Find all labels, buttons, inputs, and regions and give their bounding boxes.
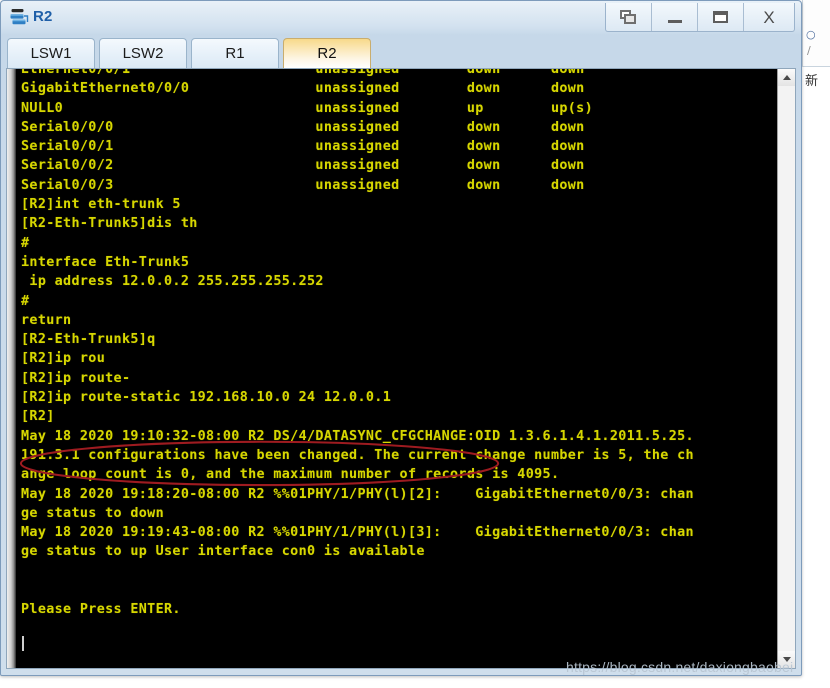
terminal-text: Ethernet0/0/1 unassigned down down Gigab…: [21, 69, 694, 618]
title-bar: R2 X: [1, 1, 801, 34]
terminal-output[interactable]: Ethernet0/0/1 unassigned down down Gigab…: [16, 69, 777, 668]
close-icon: X: [763, 7, 775, 27]
tab-r1[interactable]: R1: [191, 38, 279, 68]
terminal-caret: [22, 636, 24, 651]
scrollbar-track[interactable]: [778, 86, 795, 651]
close-button[interactable]: X: [744, 3, 794, 31]
scroll-up-arrow[interactable]: [778, 69, 795, 86]
terminal-scrollbar[interactable]: [777, 69, 795, 668]
screen-root: ○ ∕ 新 R2 X LSW1 LSW2 R1 R2 Ethernet0/0/1…: [0, 0, 830, 688]
emulator-window: R2 X LSW1 LSW2 R1 R2 Ethernet0/0/1 unass…: [0, 0, 802, 676]
minimize-button[interactable]: [652, 3, 698, 31]
restore-button[interactable]: [606, 3, 652, 31]
terminal-left-rail: [7, 69, 16, 668]
maximize-button[interactable]: [698, 3, 744, 31]
window-controls: X: [605, 3, 795, 32]
minimize-icon: [667, 20, 682, 23]
background-cjk-text: 新: [805, 74, 819, 89]
restore-icon: [620, 9, 637, 25]
chevron-up-icon: [782, 75, 791, 80]
tab-lsw2[interactable]: LSW2: [99, 38, 187, 68]
watermark: https://blog.csdn.net/daxiongbaobei: [566, 659, 794, 675]
tab-lsw1[interactable]: LSW1: [7, 38, 95, 68]
terminal-frame: Ethernet0/0/1 unassigned down down Gigab…: [6, 68, 796, 669]
background-icon-b: ∕: [807, 44, 811, 57]
router-icon: [9, 8, 29, 27]
tab-r2[interactable]: R2: [283, 38, 371, 68]
maximize-icon: [713, 11, 728, 23]
window-title: R2: [33, 8, 53, 25]
device-tab-strip: LSW1 LSW2 R1 R2: [3, 34, 799, 68]
background-icon-a: ○: [806, 28, 816, 41]
